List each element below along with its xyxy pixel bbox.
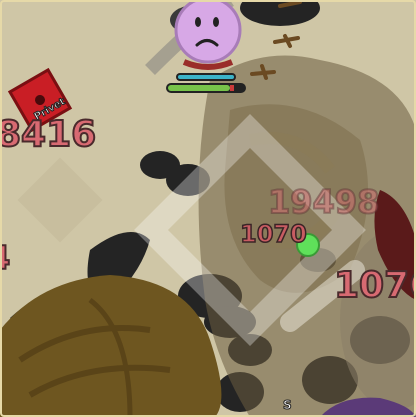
damage-number-faint: 19498 [267, 183, 380, 221]
damage-number-right: 1076 [333, 265, 416, 306]
game-viewport[interactable]: Privet S 8416 19498 1070 1076 4 [0, 0, 416, 417]
player-health-bars [166, 73, 246, 93]
damage-number-center: 1070 [239, 220, 307, 248]
damage-number-left: 8416 [0, 114, 97, 155]
damage-number-edge: 4 [0, 241, 11, 275]
bottom-player-label: S [283, 398, 293, 413]
